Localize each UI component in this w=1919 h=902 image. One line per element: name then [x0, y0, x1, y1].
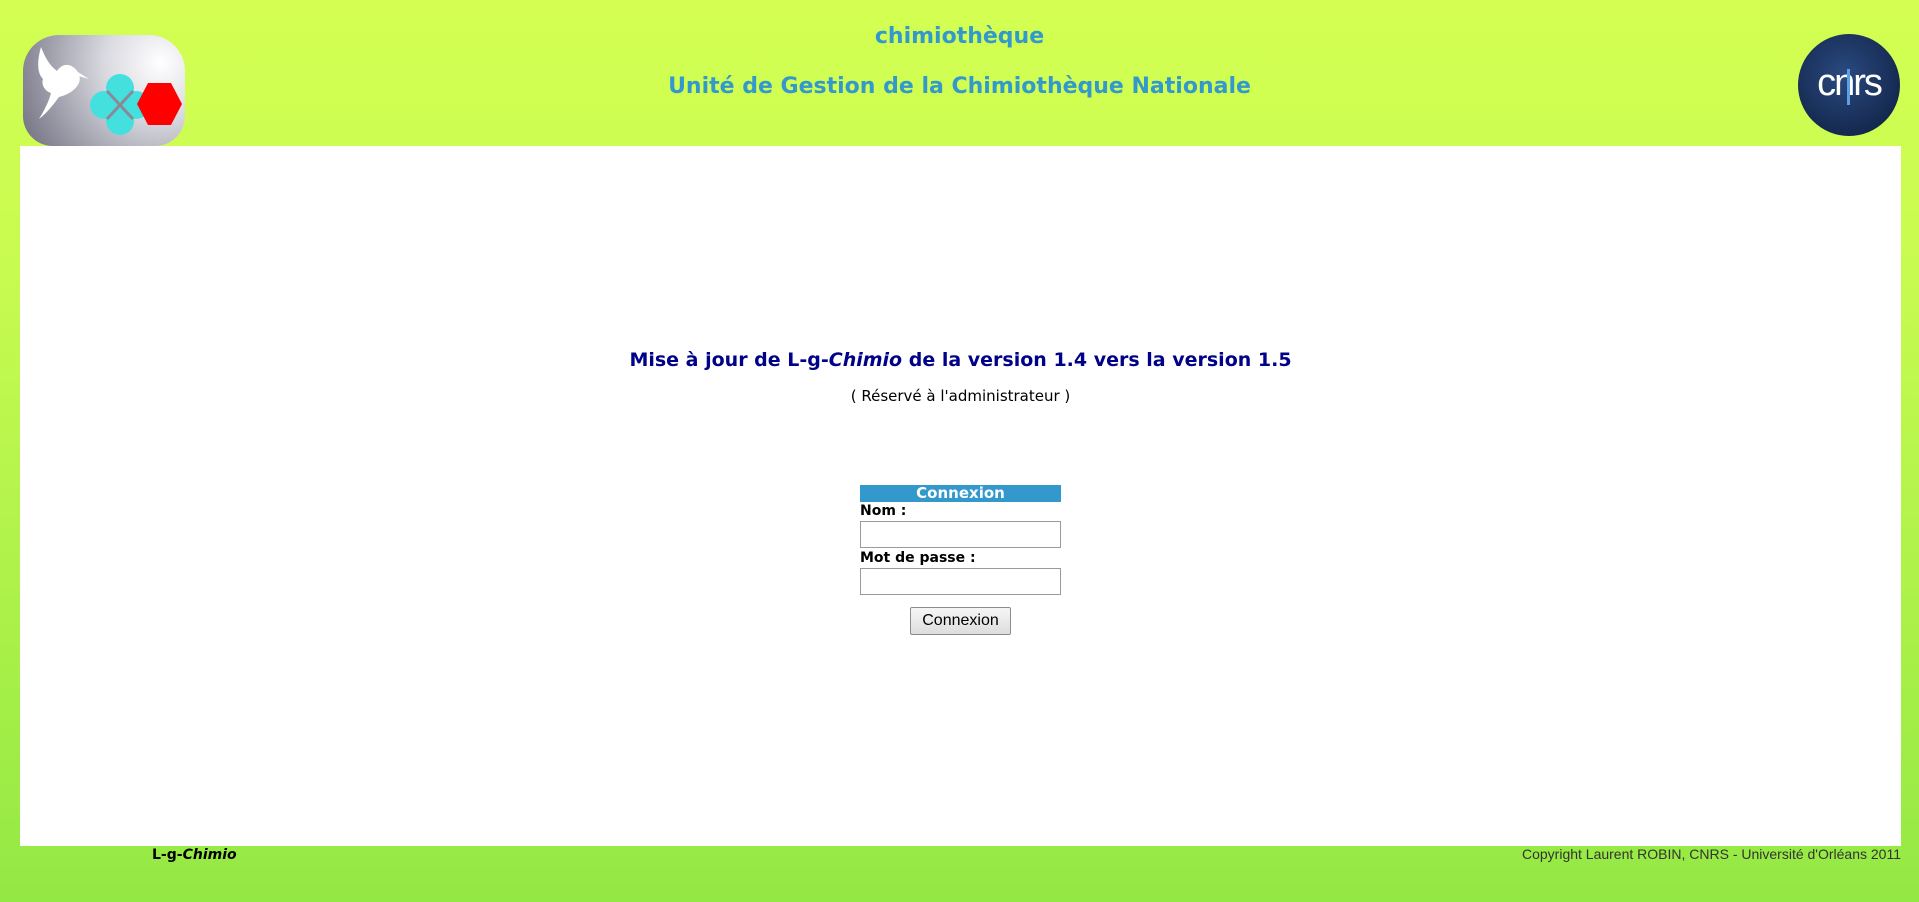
password-label: Mot de passe :	[860, 550, 976, 566]
main-panel: Mise à jour de L-g-Chimio de la version …	[20, 146, 1901, 846]
footer-app-prefix: L-g-	[152, 847, 183, 863]
footer-copyright: Copyright Laurent ROBIN, CNRS - Universi…	[1521, 846, 1901, 862]
password-input[interactable]	[860, 568, 1061, 595]
update-title-prefix: Mise à jour de L-g-	[629, 349, 829, 371]
update-title-suffix: de la version 1.4 vers la version 1.5	[902, 349, 1292, 371]
site-title: chimiothèque	[874, 24, 1045, 49]
update-title: Mise à jour de L-g-Chimio de la version …	[20, 348, 1901, 372]
login-submit-button[interactable]: Connexion	[910, 607, 1011, 635]
name-input[interactable]	[860, 521, 1061, 548]
admin-reserved-note: ( Réservé à l'administrateur )	[850, 387, 1071, 405]
login-form: Connexion Nom : Mot de passe : Connexion	[860, 485, 1061, 635]
site-subtitle: Unité de Gestion de la Chimiothèque Nati…	[668, 74, 1251, 99]
update-title-app: Chimio	[828, 349, 903, 371]
submit-wrap: Connexion	[860, 607, 1061, 635]
footer-app-italic: Chimio	[182, 847, 237, 863]
login-header: Connexion	[860, 485, 1061, 502]
footer-app-name: L-g-Chimio	[152, 847, 237, 864]
page-header: chimiothèque Unité de Gestion de la Chim…	[0, 0, 1919, 146]
name-label: Nom :	[860, 503, 907, 519]
cnrs-logo-icon: cnrs	[1797, 33, 1901, 137]
